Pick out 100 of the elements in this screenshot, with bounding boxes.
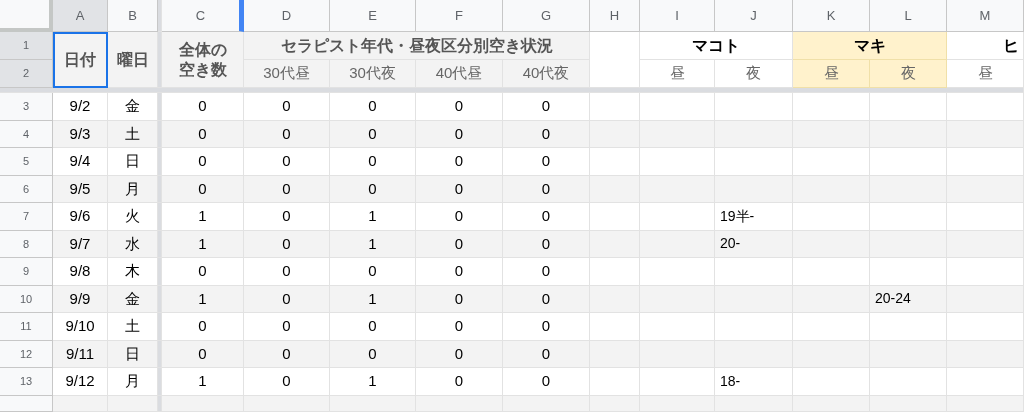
empty-cell xyxy=(590,258,640,286)
column-header[interactable]: D xyxy=(244,0,330,32)
header-cell: 夜 xyxy=(870,60,947,88)
row-header[interactable]: 6 xyxy=(0,175,53,203)
table-cell: 0 xyxy=(162,148,244,176)
therapist-name: マキ xyxy=(793,32,947,60)
table-cell: 18- xyxy=(715,368,793,396)
table-cell: 日 xyxy=(108,340,158,368)
row-header[interactable]: 8 xyxy=(0,230,53,258)
table-cell: 0 xyxy=(244,285,330,313)
table-cell: 土 xyxy=(108,120,158,148)
table-cell: 19半- xyxy=(715,203,793,231)
column-header[interactable]: G xyxy=(503,0,590,32)
table-cell: 0 xyxy=(503,340,590,368)
table-cell: 0 xyxy=(162,175,244,203)
table-cell: 0 xyxy=(503,368,590,396)
empty-cell xyxy=(590,313,640,341)
table-cell: 0 xyxy=(503,175,590,203)
table-cell: 0 xyxy=(330,175,416,203)
row-header[interactable]: 9 xyxy=(0,258,53,286)
row-header[interactable]: 4 xyxy=(0,120,53,148)
table-cell: 9/8 xyxy=(53,258,108,286)
table-cell: 0 xyxy=(162,340,244,368)
column-header[interactable]: M xyxy=(947,0,1024,32)
header-cell: 昼 xyxy=(793,60,870,88)
table-cell: 0 xyxy=(416,285,503,313)
column-header[interactable]: C xyxy=(162,0,244,32)
row-header[interactable]: 11 xyxy=(0,313,53,341)
table-cell: 0 xyxy=(503,203,590,231)
table-cell: 1 xyxy=(162,368,244,396)
table-cell: 9/7 xyxy=(53,230,108,258)
table-cell: 金 xyxy=(108,285,158,313)
table-cell: 9/12 xyxy=(53,368,108,396)
header-cell: 30代夜 xyxy=(330,60,416,88)
table-cell: 0 xyxy=(330,313,416,341)
table-cell: 0 xyxy=(416,175,503,203)
column-header[interactable]: B xyxy=(108,0,158,32)
column-header[interactable]: K xyxy=(793,0,870,32)
table-cell: 0 xyxy=(244,368,330,396)
row-header[interactable]: 1 xyxy=(0,32,53,60)
table-cell: 0 xyxy=(416,230,503,258)
table-cell: 1 xyxy=(330,285,416,313)
column-header[interactable]: E xyxy=(330,0,416,32)
table-cell: 0 xyxy=(162,93,244,121)
row-header[interactable]: 13 xyxy=(0,368,53,396)
table-cell: 0 xyxy=(503,230,590,258)
table-cell: 0 xyxy=(330,340,416,368)
table-cell: 水 xyxy=(108,230,158,258)
table-cell: 1 xyxy=(162,203,244,231)
table-cell: 1 xyxy=(330,203,416,231)
table-cell: 0 xyxy=(503,258,590,286)
table-cell: 0 xyxy=(330,148,416,176)
column-header[interactable]: F xyxy=(416,0,503,32)
table-cell: 9/4 xyxy=(53,148,108,176)
row-header[interactable]: 3 xyxy=(0,93,53,121)
table-cell: 9/9 xyxy=(53,285,108,313)
select-all-corner[interactable] xyxy=(0,0,53,32)
table-cell: 月 xyxy=(108,175,158,203)
header-cell: 40代夜 xyxy=(503,60,590,88)
therapist-name: ヒ xyxy=(947,32,1024,60)
table-cell: 1 xyxy=(330,368,416,396)
table-cell: 0 xyxy=(244,258,330,286)
table-cell: 0 xyxy=(162,313,244,341)
table-cell: 0 xyxy=(416,258,503,286)
table-cell: 9/2 xyxy=(53,93,108,121)
table-cell: 9/10 xyxy=(53,313,108,341)
table-cell: 20-24 xyxy=(870,285,947,313)
table-cell: 0 xyxy=(244,120,330,148)
table-cell: 9/6 xyxy=(53,203,108,231)
empty-cell xyxy=(590,148,640,176)
table-cell: 0 xyxy=(503,313,590,341)
header-cell: セラピスト年代・昼夜区分別空き状況 xyxy=(244,32,590,60)
row-header[interactable]: 7 xyxy=(0,203,53,231)
table-cell: 0 xyxy=(244,148,330,176)
table-cell: 1 xyxy=(330,230,416,258)
table-cell: 0 xyxy=(244,175,330,203)
table-cell: 0 xyxy=(244,313,330,341)
header-cell: 40代昼 xyxy=(416,60,503,88)
table-cell: 0 xyxy=(244,93,330,121)
row-header[interactable]: 10 xyxy=(0,285,53,313)
row-header[interactable]: 2 xyxy=(0,60,53,88)
table-cell: 0 xyxy=(416,148,503,176)
table-cell: 0 xyxy=(503,120,590,148)
column-header[interactable]: J xyxy=(715,0,793,32)
empty-cell xyxy=(590,203,640,231)
row-header[interactable]: 12 xyxy=(0,340,53,368)
table-cell: 0 xyxy=(416,368,503,396)
column-header[interactable]: A xyxy=(53,0,108,32)
table-cell: 9/3 xyxy=(53,120,108,148)
header-cell: 30代昼 xyxy=(244,60,330,88)
row-header[interactable]: 5 xyxy=(0,148,53,176)
column-header[interactable]: L xyxy=(870,0,947,32)
table-cell: 0 xyxy=(503,93,590,121)
table-cell: 0 xyxy=(244,230,330,258)
column-header[interactable]: I xyxy=(640,0,715,32)
table-cell: 0 xyxy=(244,340,330,368)
column-header[interactable]: H xyxy=(590,0,640,32)
empty-cell xyxy=(590,368,640,396)
header-cell: 日付 xyxy=(53,32,108,88)
table-cell: 0 xyxy=(416,93,503,121)
